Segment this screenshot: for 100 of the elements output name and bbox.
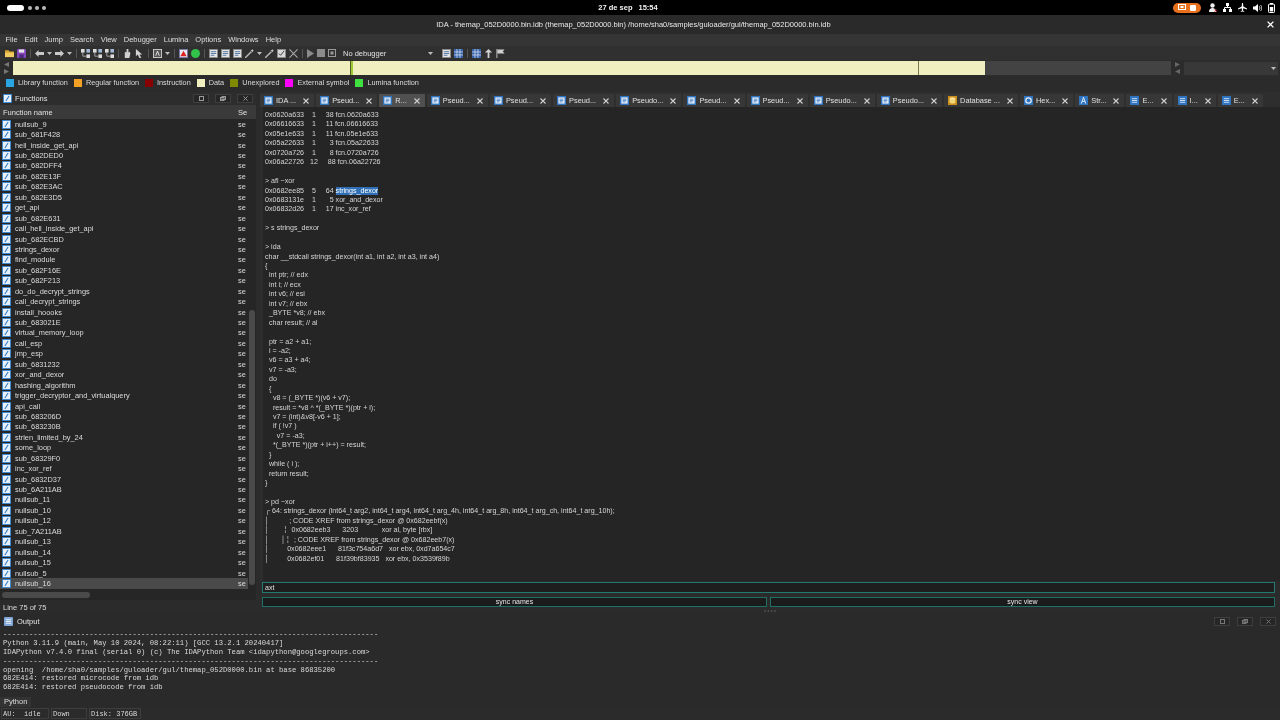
function-icon — [2, 224, 11, 234]
warning-icon[interactable] — [179, 48, 188, 58]
document-icon[interactable] — [233, 48, 242, 58]
float-button[interactable] — [215, 94, 231, 103]
cross-icon[interactable] — [289, 48, 298, 58]
list-view-icon — [1177, 96, 1187, 105]
function-icon — [2, 453, 11, 463]
document-icon[interactable] — [442, 48, 451, 58]
function-icon — [2, 276, 11, 286]
wand-icon[interactable] — [245, 48, 254, 58]
caret-icon[interactable] — [47, 51, 52, 55]
code-view-icon — [557, 96, 566, 105]
code-view-icon — [880, 96, 890, 105]
play-icon[interactable] — [307, 48, 314, 58]
scrollbar-thumb[interactable] — [249, 310, 255, 585]
caret-icon[interactable] — [165, 51, 170, 55]
airplane-icon[interactable] — [1238, 3, 1247, 12]
node-graph-icon[interactable] — [105, 48, 114, 58]
function-icon — [2, 443, 11, 453]
function-icon — [2, 370, 11, 380]
code-view-icon — [320, 96, 330, 105]
grid-icon[interactable] — [454, 48, 463, 58]
function-icon — [2, 213, 11, 223]
caret-icon[interactable] — [257, 51, 262, 55]
close-button[interactable] — [237, 94, 253, 103]
function-icon — [2, 568, 11, 578]
maximize-button[interactable] — [1214, 616, 1230, 626]
float-button[interactable] — [1237, 616, 1253, 626]
function-icon — [2, 338, 11, 348]
screen-sharing-indicator[interactable] — [1173, 2, 1201, 13]
code-view-icon — [750, 96, 760, 105]
scroll-arrows-icon[interactable] — [1175, 62, 1180, 74]
circle-icon[interactable] — [191, 48, 200, 58]
hex-view-icon — [1023, 96, 1033, 105]
function-icon — [2, 495, 11, 505]
function-icon — [2, 359, 11, 369]
close-button[interactable] — [1260, 616, 1276, 626]
function-icon — [2, 401, 11, 411]
battery-icon[interactable] — [1268, 2, 1275, 13]
function-icon — [2, 505, 11, 515]
database-icon — [948, 96, 958, 105]
function-icon — [2, 349, 11, 359]
person-icon[interactable] — [1209, 3, 1217, 12]
function-icon — [2, 286, 11, 296]
function-icon — [2, 203, 11, 213]
function-icon — [2, 578, 11, 588]
function-icon — [2, 485, 11, 495]
function-icon — [2, 140, 11, 150]
strings-view-icon — [1079, 96, 1089, 105]
function-icon — [2, 547, 11, 557]
overlap-squares-icon — [220, 96, 226, 101]
navigation-band[interactable] — [13, 61, 1171, 75]
function-icon — [2, 182, 11, 192]
forward-arrow-icon[interactable] — [55, 49, 64, 57]
scrollbar-thumb[interactable] — [2, 592, 90, 598]
document-check-icon[interactable] — [277, 48, 286, 58]
folder-icon[interactable] — [5, 48, 14, 58]
network-icon[interactable] — [1223, 3, 1232, 12]
caret-icon[interactable] — [1271, 66, 1276, 70]
node-graph-icon[interactable] — [93, 48, 102, 58]
function-icon — [2, 318, 11, 328]
list-view-icon — [1221, 96, 1231, 105]
function-icon — [2, 380, 11, 390]
volume-icon[interactable] — [1253, 3, 1262, 12]
code-view-icon — [620, 96, 630, 105]
function-icon — [2, 234, 11, 244]
maximize-button[interactable] — [193, 94, 209, 103]
code-view-icon — [813, 96, 823, 105]
text-box-icon[interactable] — [153, 48, 162, 58]
function-icon — [2, 516, 11, 526]
pointer-icon[interactable] — [135, 48, 144, 58]
stop-icon — [1190, 4, 1196, 11]
scroll-arrows-icon[interactable] — [4, 62, 9, 74]
screen-share-icon — [1178, 4, 1186, 11]
function-icon — [2, 411, 11, 421]
grid-icon[interactable] — [472, 48, 481, 58]
square-icon[interactable] — [328, 49, 336, 57]
document-icon[interactable] — [221, 48, 230, 58]
code-view-icon — [430, 96, 440, 105]
function-icon — [2, 558, 11, 568]
save-icon[interactable] — [17, 48, 26, 58]
wand-icon[interactable] — [265, 48, 274, 58]
list-view-icon — [1130, 96, 1140, 105]
up-arrow-icon[interactable] — [484, 48, 493, 58]
function-icon — [2, 171, 11, 181]
flag-icon[interactable] — [496, 48, 505, 58]
caret-icon[interactable] — [67, 51, 72, 55]
function-icon — [2, 307, 11, 317]
code-view-icon — [383, 96, 393, 105]
function-icon — [2, 265, 11, 275]
caret-icon[interactable] — [428, 51, 433, 55]
back-arrow-icon[interactable] — [35, 49, 44, 57]
function-icon — [2, 526, 11, 536]
document-icon[interactable] — [209, 48, 218, 58]
function-icon — [2, 432, 11, 442]
code-view-icon — [687, 96, 697, 105]
node-graph-icon[interactable] — [81, 48, 90, 58]
hand-icon[interactable] — [123, 48, 132, 58]
function-icon — [2, 464, 11, 474]
function-icon — [2, 391, 11, 401]
